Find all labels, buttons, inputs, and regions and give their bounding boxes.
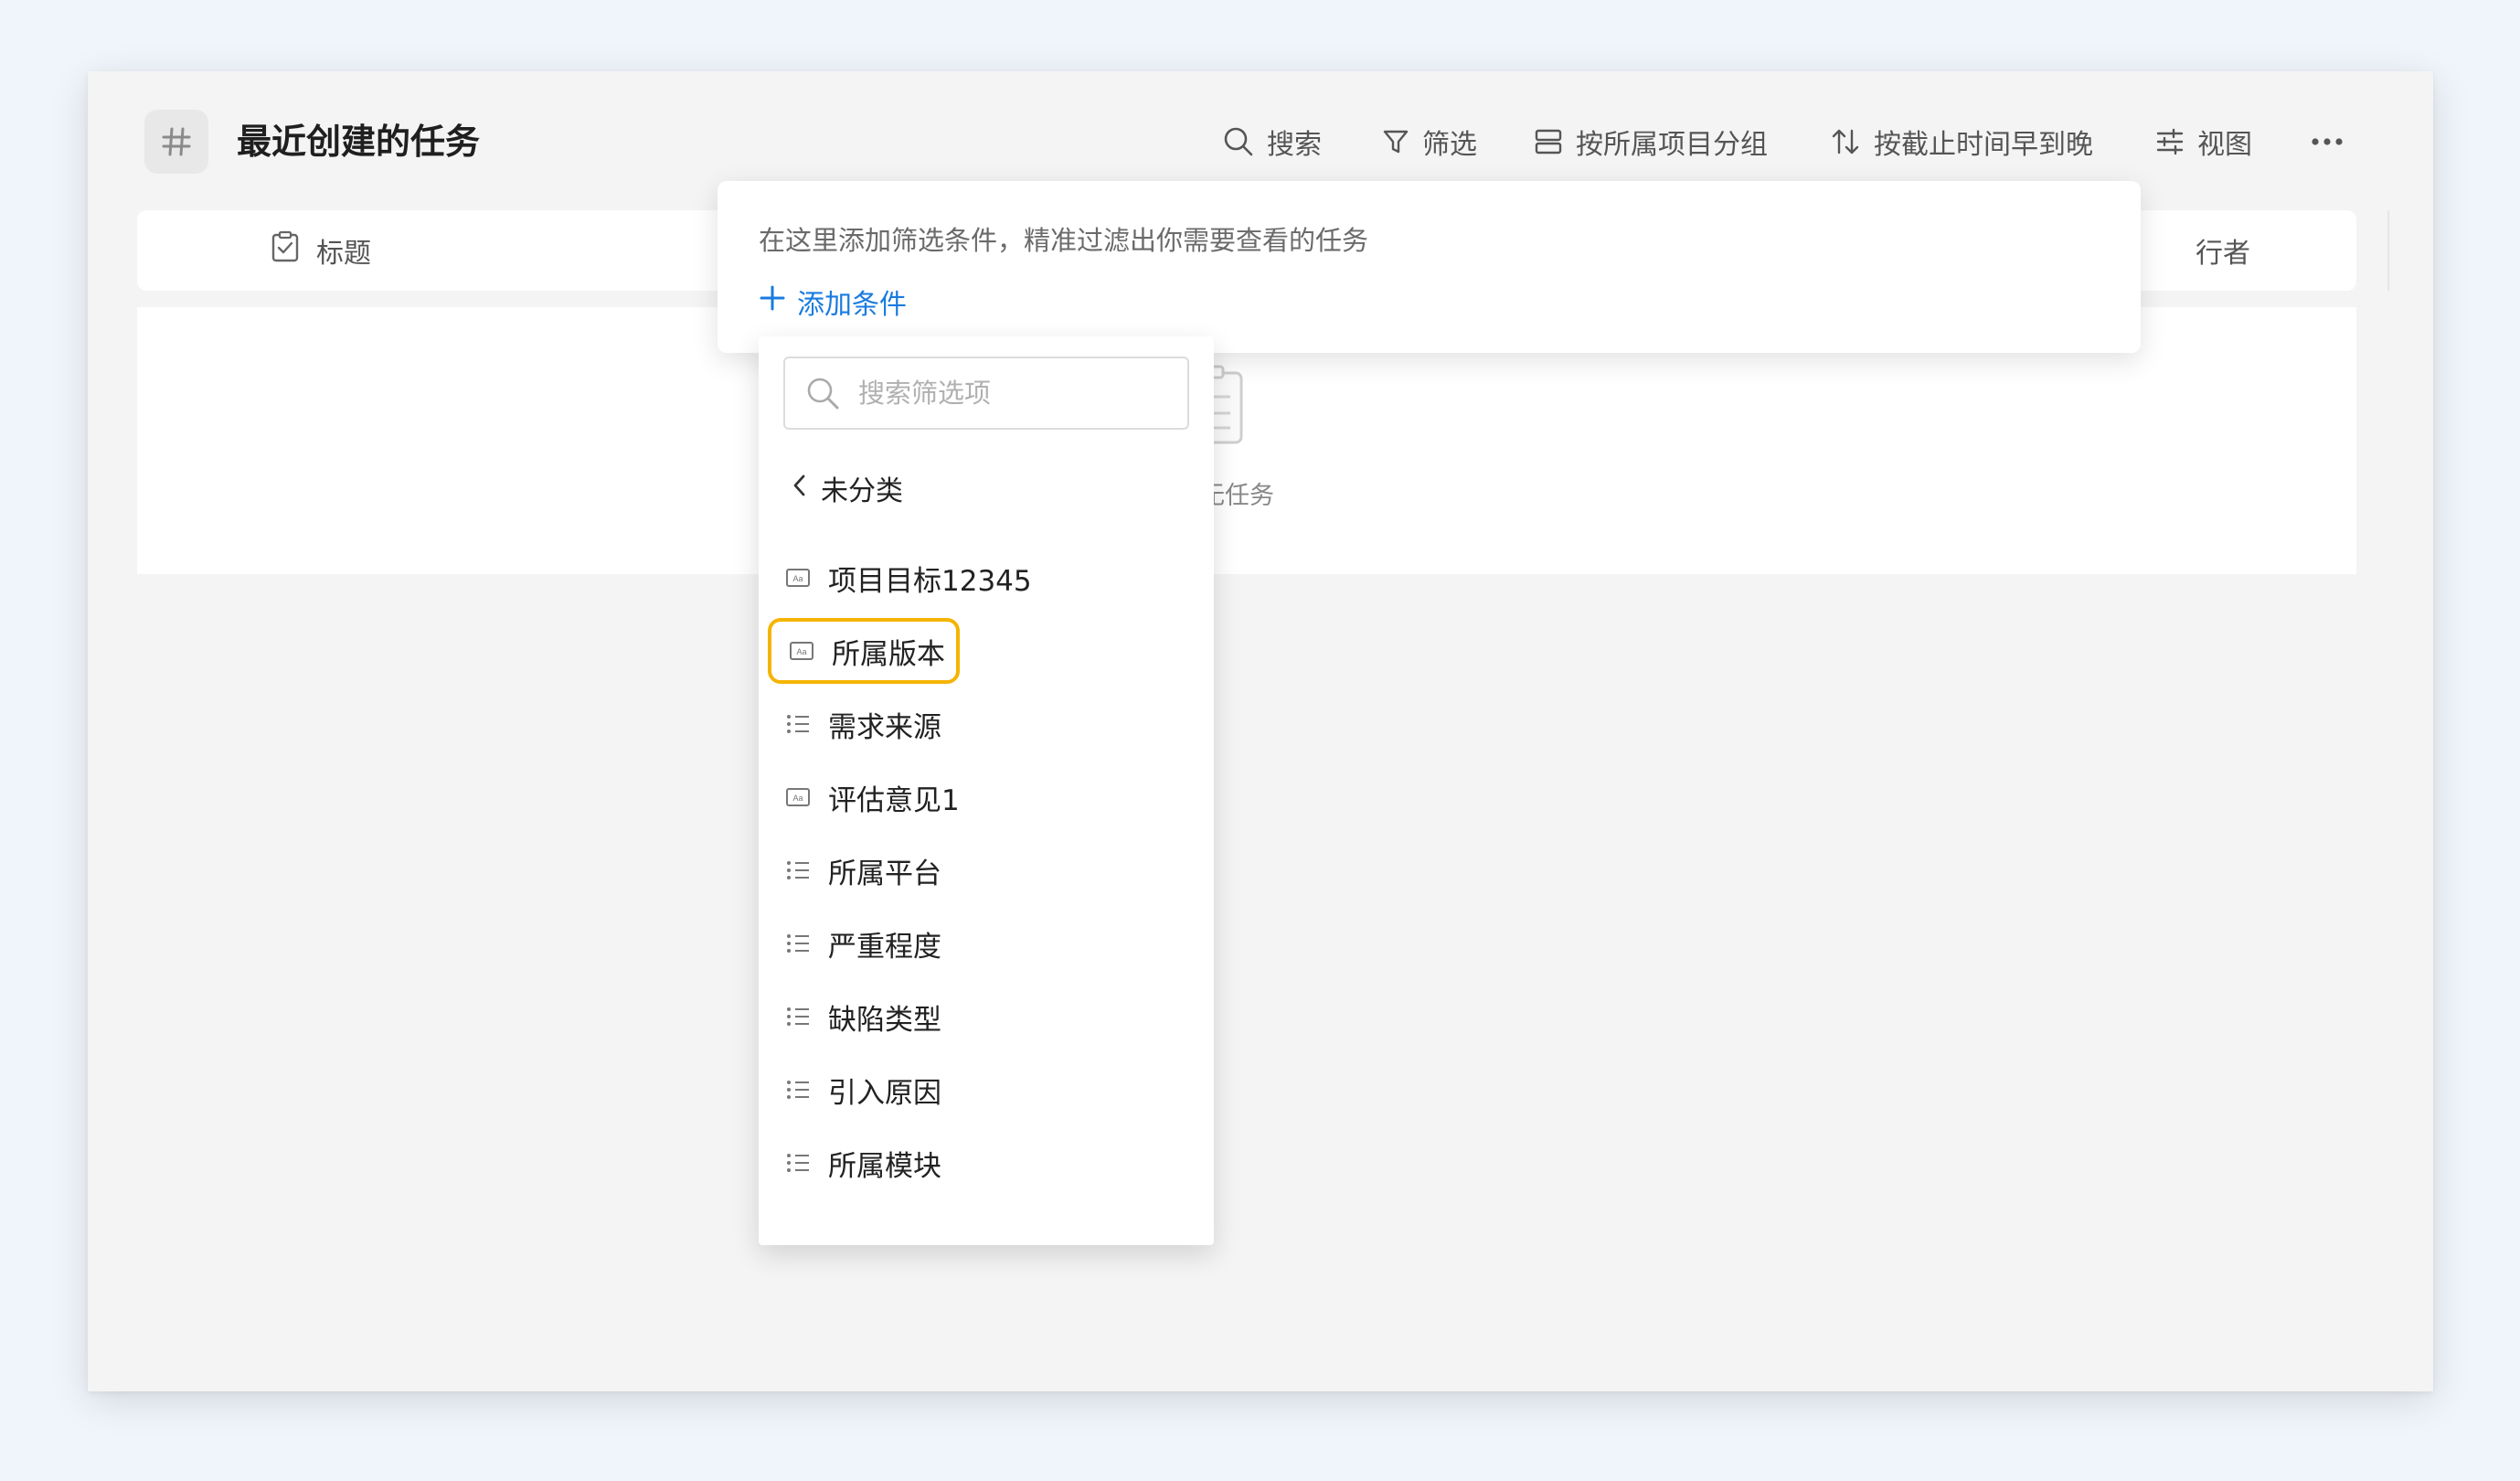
sort-button[interactable]: 按截止时间早到晚 [1830, 117, 2093, 166]
chevron-left-icon [792, 473, 806, 505]
sliders-icon [2155, 127, 2185, 156]
field-option[interactable]: 引入原因 [781, 1057, 1055, 1123]
column-executor[interactable]: 行者 [2196, 210, 2250, 291]
list-field-icon [784, 1006, 812, 1028]
sort-label: 按截止时间早到晚 [1874, 129, 2093, 161]
field-search-input[interactable] [856, 377, 1167, 410]
group-icon [1534, 127, 1563, 156]
add-condition-label: 添加条件 [797, 289, 907, 321]
task-check-icon [271, 230, 300, 271]
field-option-label: 引入原因 [828, 1076, 941, 1110]
field-option-label: 需求来源 [828, 710, 941, 744]
field-option[interactable]: 所属模块 [781, 1130, 1055, 1196]
column-title[interactable]: 标题 [271, 210, 371, 291]
view-label: 视图 [2197, 129, 2252, 161]
search-button[interactable]: 搜索 [1223, 117, 1322, 166]
filter-hint: 在这里添加筛选条件，精准过滤出你需要查看的任务 [759, 225, 1369, 256]
more-dots-icon [2311, 137, 2344, 146]
back-label: 未分类 [821, 475, 903, 507]
text-field-icon: Aa [784, 787, 812, 807]
filter-label: 筛选 [1422, 129, 1477, 161]
list-field-icon [784, 859, 812, 881]
text-field-icon: Aa [784, 568, 812, 588]
field-option-label: 缺陷类型 [828, 1003, 941, 1037]
field-option-label: 所属版本 [832, 637, 945, 671]
view-button[interactable]: 视图 [2155, 117, 2252, 166]
list-field-icon [784, 1152, 812, 1174]
field-option-label: 评估意见1 [828, 783, 960, 817]
field-search-box[interactable] [783, 357, 1189, 430]
add-condition-button[interactable]: 添加条件 [759, 282, 907, 322]
search-icon [1223, 126, 1254, 157]
search-label: 搜索 [1267, 129, 1322, 161]
field-option-label: 严重程度 [828, 930, 941, 964]
field-option[interactable]: 所属平台 [781, 837, 1055, 903]
field-option[interactable]: Aa 所属版本 [768, 618, 960, 684]
app-window: 最近创建的任务 搜索 筛选 按所属项目分组 按截止时间早到晚 视图 标题 行者 … [88, 71, 2433, 1391]
svg-text:Aa: Aa [792, 574, 803, 583]
page-title: 最近创建的任务 [237, 122, 481, 162]
hashtag-icon [144, 110, 208, 174]
plus-icon [759, 284, 786, 319]
text-field-icon: Aa [788, 641, 815, 661]
field-option[interactable]: Aa 评估意见1 [781, 764, 1055, 830]
filter-popover: 在这里添加筛选条件，精准过滤出你需要查看的任务 添加条件 [718, 181, 2141, 353]
field-option[interactable]: 需求来源 [781, 691, 1055, 757]
search-icon [805, 376, 840, 410]
column-title-label: 标题 [316, 238, 371, 270]
group-label: 按所属项目分组 [1576, 129, 1768, 161]
back-to-category[interactable]: 未分类 [792, 466, 903, 510]
more-button[interactable] [2311, 117, 2344, 166]
funnel-icon [1382, 128, 1409, 155]
field-option[interactable]: 严重程度 [781, 911, 1055, 976]
svg-text:Aa: Aa [792, 794, 803, 803]
list-field-icon [784, 713, 812, 735]
field-option[interactable]: Aa 项目目标12345 [781, 545, 1055, 611]
group-button[interactable]: 按所属项目分组 [1534, 117, 1768, 166]
filter-field-dropdown: 未分类 Aa 项目目标12345 Aa 所属版本需求来源 Aa 评估意见1 所属平台严重程度… [759, 336, 1214, 1245]
filter-button[interactable]: 筛选 [1382, 117, 1477, 166]
field-option-label: 所属平台 [828, 857, 941, 890]
column-divider [2387, 210, 2389, 291]
list-field-icon [784, 1079, 812, 1101]
list-field-icon [784, 932, 812, 954]
field-option-label: 项目目标12345 [828, 564, 1032, 598]
field-option[interactable]: 缺陷类型 [781, 984, 1055, 1049]
field-option-label: 所属模块 [828, 1149, 941, 1183]
svg-text:Aa: Aa [796, 647, 806, 656]
sort-arrows-icon [1830, 127, 1861, 156]
